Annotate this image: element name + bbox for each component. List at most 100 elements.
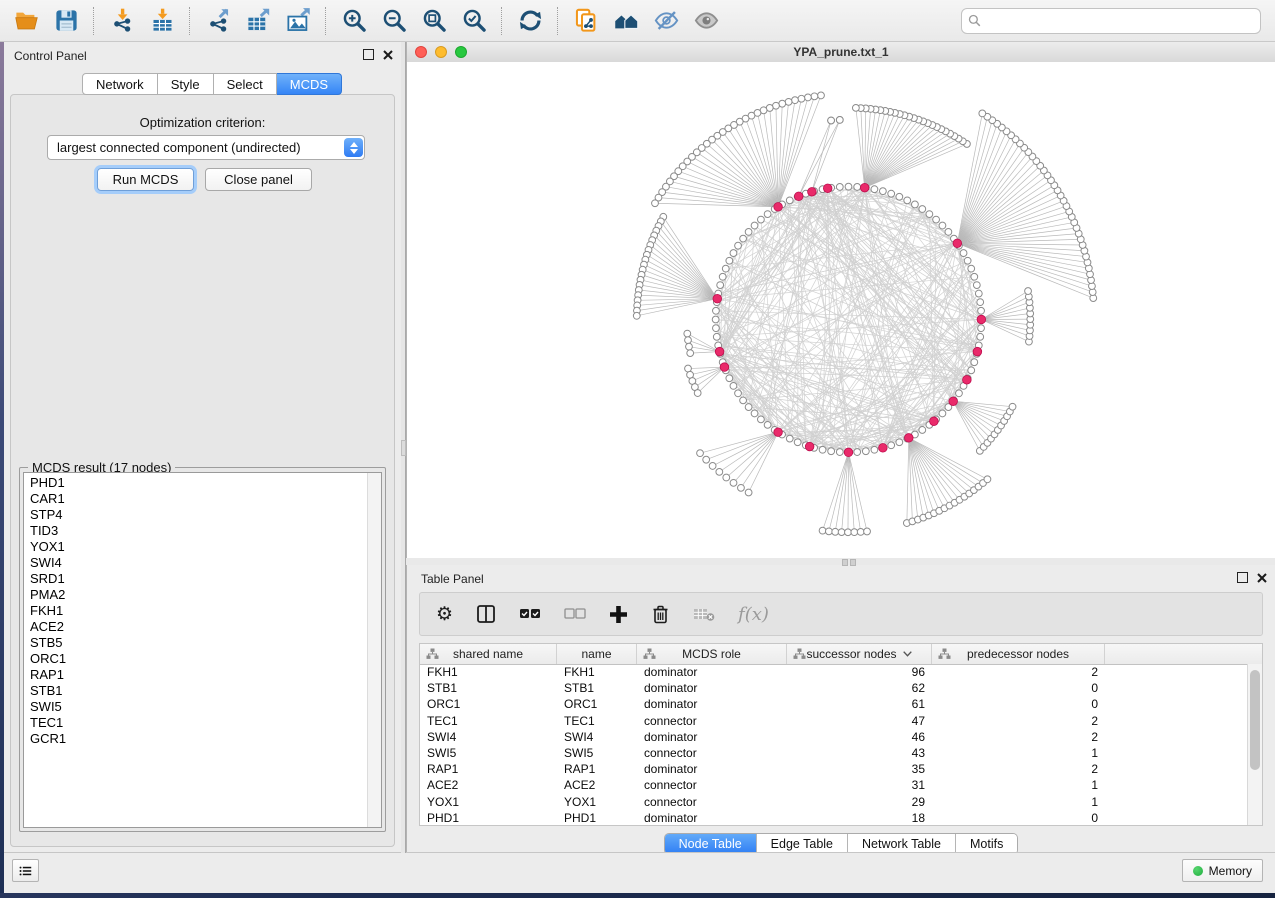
tab-network-table[interactable]: Network Table (847, 834, 955, 854)
control-panel-title: Control Panel (14, 49, 87, 63)
cell-name: TEC1 (557, 714, 637, 728)
table-scrollbar[interactable] (1247, 664, 1262, 825)
table-row[interactable]: PHD1PHD1dominator180 (420, 810, 1248, 826)
mcds-result-item[interactable]: GCR1 (24, 731, 367, 747)
vertical-splitter[interactable] (401, 42, 406, 853)
tab-mcds[interactable]: MCDS (277, 73, 342, 95)
open-button[interactable] (9, 4, 43, 38)
export-network-button[interactable] (201, 4, 235, 38)
column-header-shared-name[interactable]: shared name (420, 644, 557, 664)
run-mcds-button[interactable]: Run MCDS (97, 168, 194, 191)
first-neighbors-button[interactable] (609, 4, 643, 38)
table-row[interactable]: TEC1TEC1connector472 (420, 713, 1248, 729)
column-header-MCDS-role[interactable]: MCDS role (637, 644, 787, 664)
tab-edge-table[interactable]: Edge Table (756, 834, 847, 854)
zoom-out-button[interactable] (377, 4, 411, 38)
mcds-result-item[interactable]: SWI4 (24, 555, 367, 571)
table-row[interactable]: YOX1YOX1connector291 (420, 794, 1248, 810)
apply-layout-button[interactable] (513, 4, 547, 38)
show-all-button[interactable] (689, 4, 723, 38)
show-columns-button[interactable] (476, 604, 496, 624)
cell-name: SWI5 (557, 746, 637, 760)
float-panel-icon[interactable] (1237, 572, 1248, 583)
unselect-all-button[interactable] (564, 607, 586, 621)
horizontal-splitter[interactable] (406, 558, 1275, 565)
horizontal-splitter-grip[interactable] (842, 559, 856, 566)
plus-icon (609, 605, 628, 624)
table-row[interactable]: ORC1ORC1dominator610 (420, 696, 1248, 712)
memory-button[interactable]: Memory (1182, 859, 1263, 882)
function-builder-button[interactable]: f(x) (738, 604, 769, 625)
duplicate-network-button[interactable] (569, 4, 603, 38)
table-row[interactable]: RAP1RAP1dominator352 (420, 761, 1248, 777)
table-scrollbar-thumb[interactable] (1250, 670, 1260, 770)
mcds-result-item[interactable]: PHD1 (24, 475, 367, 491)
table-row[interactable]: SWI5SWI5connector431 (420, 745, 1248, 761)
network-title: YPA_prune.txt_1 (407, 45, 1275, 59)
mcds-result-item[interactable]: FKH1 (24, 603, 367, 619)
network-canvas[interactable] (407, 62, 1275, 558)
mcds-result-item[interactable]: STB5 (24, 635, 367, 651)
table-settings-button[interactable]: ⚙ (436, 605, 453, 624)
mcds-list-scrollbar[interactable] (367, 473, 381, 827)
tab-node-table[interactable]: Node Table (665, 834, 756, 854)
mcds-result-item[interactable]: SRD1 (24, 571, 367, 587)
close-panel-icon[interactable] (383, 50, 393, 60)
table-row[interactable]: SWI4SWI4dominator462 (420, 729, 1248, 745)
table-row[interactable]: ACE2ACE2connector311 (420, 777, 1248, 793)
mcds-result-item[interactable]: PMA2 (24, 587, 367, 603)
mcds-result-item[interactable]: ACE2 (24, 619, 367, 635)
import-table-icon (149, 7, 176, 34)
mcds-result-item[interactable]: TEC1 (24, 715, 367, 731)
tab-network[interactable]: Network (82, 73, 158, 95)
cell-shared-name: STB1 (420, 681, 557, 695)
select-all-button[interactable] (519, 607, 541, 621)
tab-motifs[interactable]: Motifs (955, 834, 1017, 854)
close-panel-button[interactable]: Close panel (205, 168, 312, 191)
search-input[interactable] (985, 13, 1254, 29)
cell-successor-nodes: 29 (787, 795, 932, 809)
mcds-result-item[interactable]: STP4 (24, 507, 367, 523)
zoom-fit-button[interactable] (417, 4, 451, 38)
column-header-successor-nodes[interactable]: successor nodes (787, 644, 932, 664)
save-button[interactable] (49, 4, 83, 38)
cell-MCDS-role: dominator (637, 811, 787, 825)
tab-select[interactable]: Select (214, 73, 277, 95)
zoom-in-button[interactable] (337, 4, 371, 38)
column-header-name[interactable]: name (557, 644, 637, 664)
table-row[interactable]: STB1STB1dominator620 (420, 680, 1248, 696)
tab-style[interactable]: Style (158, 73, 214, 95)
create-column-button[interactable] (609, 605, 628, 624)
mcds-result-item[interactable]: ORC1 (24, 651, 367, 667)
cell-predecessor-nodes: 2 (932, 714, 1105, 728)
cell-successor-nodes: 62 (787, 681, 932, 695)
float-panel-icon[interactable] (363, 49, 374, 60)
houses-icon (613, 7, 640, 34)
mcds-result-item[interactable]: YOX1 (24, 539, 367, 555)
network-titlebar[interactable]: YPA_prune.txt_1 (407, 42, 1275, 63)
zoom-selected-button[interactable] (457, 4, 491, 38)
table-row[interactable]: FKH1FKH1dominator962 (420, 664, 1248, 680)
close-panel-icon[interactable] (1257, 573, 1267, 583)
export-table-button[interactable] (241, 4, 275, 38)
cell-MCDS-role: dominator (637, 730, 787, 744)
column-header-predecessor-nodes[interactable]: predecessor nodes (932, 644, 1105, 664)
criterion-dropdown[interactable]: largest connected component (undirected) (47, 135, 365, 160)
show-panels-button[interactable] (12, 859, 39, 882)
mcds-result-item[interactable]: STB1 (24, 683, 367, 699)
export-image-button[interactable] (281, 4, 315, 38)
destroy-table-button[interactable] (693, 606, 715, 622)
delete-column-button[interactable] (651, 604, 670, 624)
node-table: shared namenameMCDS rolesuccessor nodesp… (419, 643, 1263, 826)
cell-shared-name: SWI4 (420, 730, 557, 744)
import-network-button[interactable] (105, 4, 139, 38)
mcds-result-item[interactable]: RAP1 (24, 667, 367, 683)
import-table-button[interactable] (145, 4, 179, 38)
vertical-splitter-grip[interactable] (401, 440, 406, 456)
mcds-result-item[interactable]: TID3 (24, 523, 367, 539)
open-folder-icon (13, 7, 40, 34)
mcds-result-item[interactable]: SWI5 (24, 699, 367, 715)
search-box (961, 8, 1261, 34)
mcds-result-item[interactable]: CAR1 (24, 491, 367, 507)
hide-selected-button[interactable] (649, 4, 683, 38)
